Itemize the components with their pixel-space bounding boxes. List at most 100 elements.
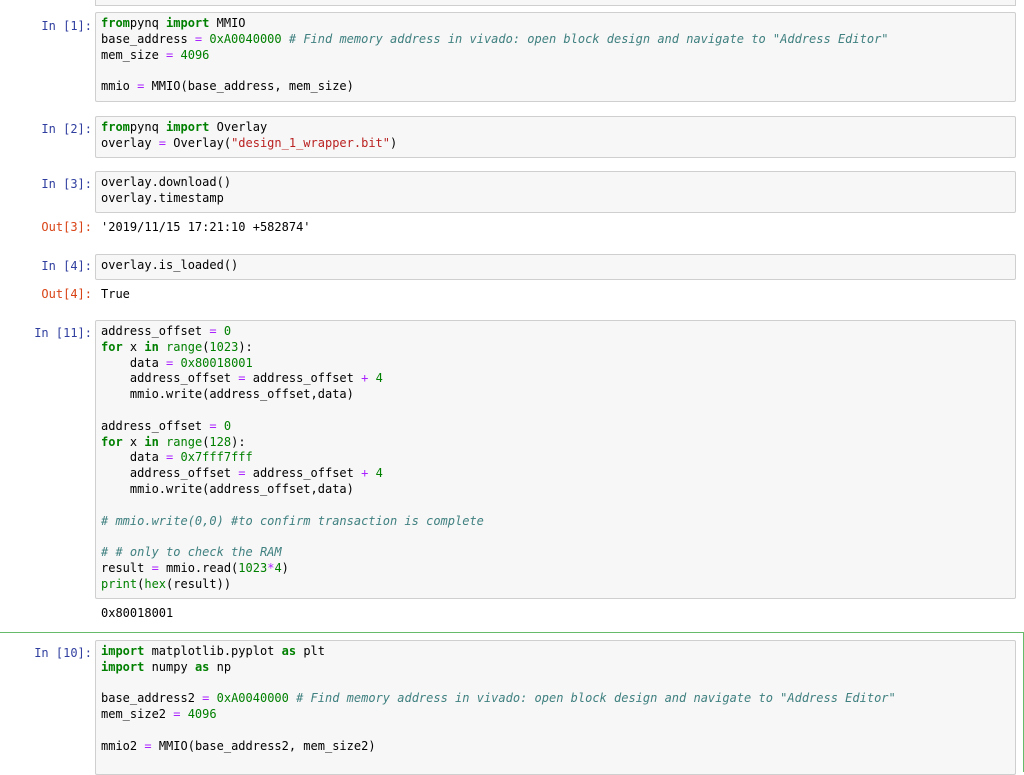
output-prompt: Out[3]: bbox=[41, 220, 92, 234]
output-value: '2019/11/15 17:21:10 +582874' bbox=[101, 220, 311, 234]
code-token: Overlay( bbox=[166, 135, 232, 150]
code-token: address_offset bbox=[101, 371, 239, 386]
code-token: data bbox=[101, 450, 167, 465]
code-text[interactable]: frompynq import MMIO base_address = 0xA0… bbox=[101, 16, 1010, 95]
code-token: numpy bbox=[144, 659, 195, 674]
code-token: ): bbox=[238, 339, 253, 354]
code-token: 4096 bbox=[180, 707, 217, 722]
code-input[interactable]: frompynq import Overlay overlay = Overla… bbox=[95, 116, 1016, 158]
code-token: np bbox=[209, 659, 232, 674]
code-token: pynq bbox=[129, 120, 167, 134]
code-token: 1023 bbox=[209, 339, 239, 354]
input-prompt: In [2]: bbox=[41, 122, 92, 136]
code-token: 4 bbox=[368, 371, 383, 386]
code-token: as bbox=[281, 644, 297, 658]
code-token: address_offset bbox=[101, 324, 210, 338]
code-token: ) bbox=[281, 560, 289, 575]
code-token: MMIO(base_address2, mem_size2) bbox=[151, 738, 376, 753]
code-token: overlay.timestamp bbox=[101, 190, 224, 205]
code-token: print bbox=[101, 576, 138, 591]
code-token: in bbox=[144, 339, 159, 354]
code-token: range bbox=[166, 434, 203, 449]
code-token: ) bbox=[390, 135, 398, 150]
code-token: mmio bbox=[101, 79, 138, 94]
code-token: overlay bbox=[101, 135, 159, 150]
code-token: # # only to check the RAM bbox=[101, 545, 282, 560]
code-token: pynq bbox=[129, 16, 167, 30]
code-token: base_address2 bbox=[101, 691, 203, 706]
code-token: in bbox=[144, 434, 159, 449]
code-token: mem_size2 bbox=[101, 707, 174, 722]
code-token: hex bbox=[144, 576, 167, 591]
code-input[interactable]: address_offset = 0 for x in range(1023):… bbox=[95, 320, 1016, 599]
output-prompt: Out[4]: bbox=[41, 287, 92, 301]
code-token: for bbox=[101, 434, 123, 449]
code-token: address_offset bbox=[101, 418, 210, 433]
code-token: 0 bbox=[216, 418, 232, 433]
code-token: from bbox=[101, 16, 130, 30]
code-token: address_offset bbox=[245, 371, 362, 386]
code-input[interactable]: overlay.is_loaded() bbox=[95, 254, 1016, 280]
code-text[interactable]: overlay.download() overlay.timestamp bbox=[101, 175, 1010, 207]
code-token: 128 bbox=[209, 434, 232, 449]
code-token: mem_size bbox=[101, 47, 167, 62]
code-token: (result)) bbox=[166, 576, 232, 591]
code-token: 0xA0040000 bbox=[202, 31, 282, 46]
code-token: 1023 bbox=[238, 560, 268, 575]
code-token: matplotlib.pyplot bbox=[144, 644, 282, 658]
code-text[interactable]: import matplotlib.pyplot as plt import n… bbox=[101, 644, 1010, 755]
code-token: address_offset bbox=[245, 466, 362, 481]
code-token: 4 bbox=[274, 560, 282, 575]
code-token: mmio2 bbox=[101, 738, 145, 753]
code-token: address_offset bbox=[101, 466, 239, 481]
code-token: # mmio.write(0,0) #to confirm transactio… bbox=[101, 513, 484, 528]
code-text[interactable]: overlay.is_loaded() bbox=[101, 258, 1010, 274]
code-token: 0x7fff7fff bbox=[173, 450, 253, 465]
code-token: = bbox=[158, 135, 167, 150]
input-prompt: In [4]: bbox=[41, 259, 92, 273]
code-token: x bbox=[122, 339, 145, 354]
code-token: 0xA0040000 bbox=[209, 691, 289, 706]
code-token: data bbox=[101, 355, 167, 370]
code-token: = bbox=[238, 466, 246, 481]
code-token: MMIO(base_address, mem_size) bbox=[144, 79, 354, 94]
code-token: # Find memory address in vivado: open bl… bbox=[288, 31, 889, 46]
code-token: = bbox=[209, 418, 217, 433]
code-token: plt bbox=[296, 644, 325, 658]
code-text[interactable]: frompynq import Overlay overlay = Overla… bbox=[101, 120, 1010, 152]
code-text[interactable]: address_offset = 0 for x in range(1023):… bbox=[101, 324, 1010, 593]
input-prompt: In [1]: bbox=[41, 19, 92, 33]
code-token: "design_1_wrapper.bit" bbox=[231, 135, 391, 150]
code-token: result bbox=[101, 560, 152, 575]
code-token: MMIO bbox=[209, 16, 246, 30]
code-input[interactable]: overlay.download() overlay.timestamp bbox=[95, 171, 1016, 213]
code-token: range bbox=[166, 339, 203, 354]
code-token: import bbox=[101, 644, 145, 658]
stream-output: 0x80018001 bbox=[101, 606, 174, 620]
code-token: 4 bbox=[368, 466, 383, 481]
input-prompt: In [10]: bbox=[34, 646, 92, 660]
code-token: for bbox=[101, 339, 123, 354]
code-token: mmio.write(address_offset,data) bbox=[101, 481, 354, 496]
code-input[interactable]: import matplotlib.pyplot as plt import n… bbox=[95, 640, 1016, 775]
input-prompt: In [11]: bbox=[34, 326, 92, 340]
code-token: base_address bbox=[101, 31, 195, 46]
output-value: True bbox=[101, 287, 130, 301]
code-token: = bbox=[209, 324, 217, 338]
code-input[interactable]: frompynq import MMIO base_address = 0xA0… bbox=[95, 12, 1016, 102]
code-token: from bbox=[101, 120, 130, 134]
code-token: = bbox=[151, 560, 159, 575]
input-prompt: In [3]: bbox=[41, 177, 92, 191]
code-token: x bbox=[122, 434, 145, 449]
code-token: # Find memory address in vivado: open bl… bbox=[296, 691, 896, 706]
code-token: 0x80018001 bbox=[173, 355, 253, 370]
code-token: import bbox=[166, 16, 210, 30]
code-token: Overlay bbox=[209, 120, 268, 134]
code-token: overlay.download() bbox=[101, 175, 232, 189]
code-token: 0 bbox=[216, 324, 232, 338]
code-token: overlay.is_loaded() bbox=[101, 258, 239, 272]
code-token: mmio.read( bbox=[158, 560, 239, 575]
